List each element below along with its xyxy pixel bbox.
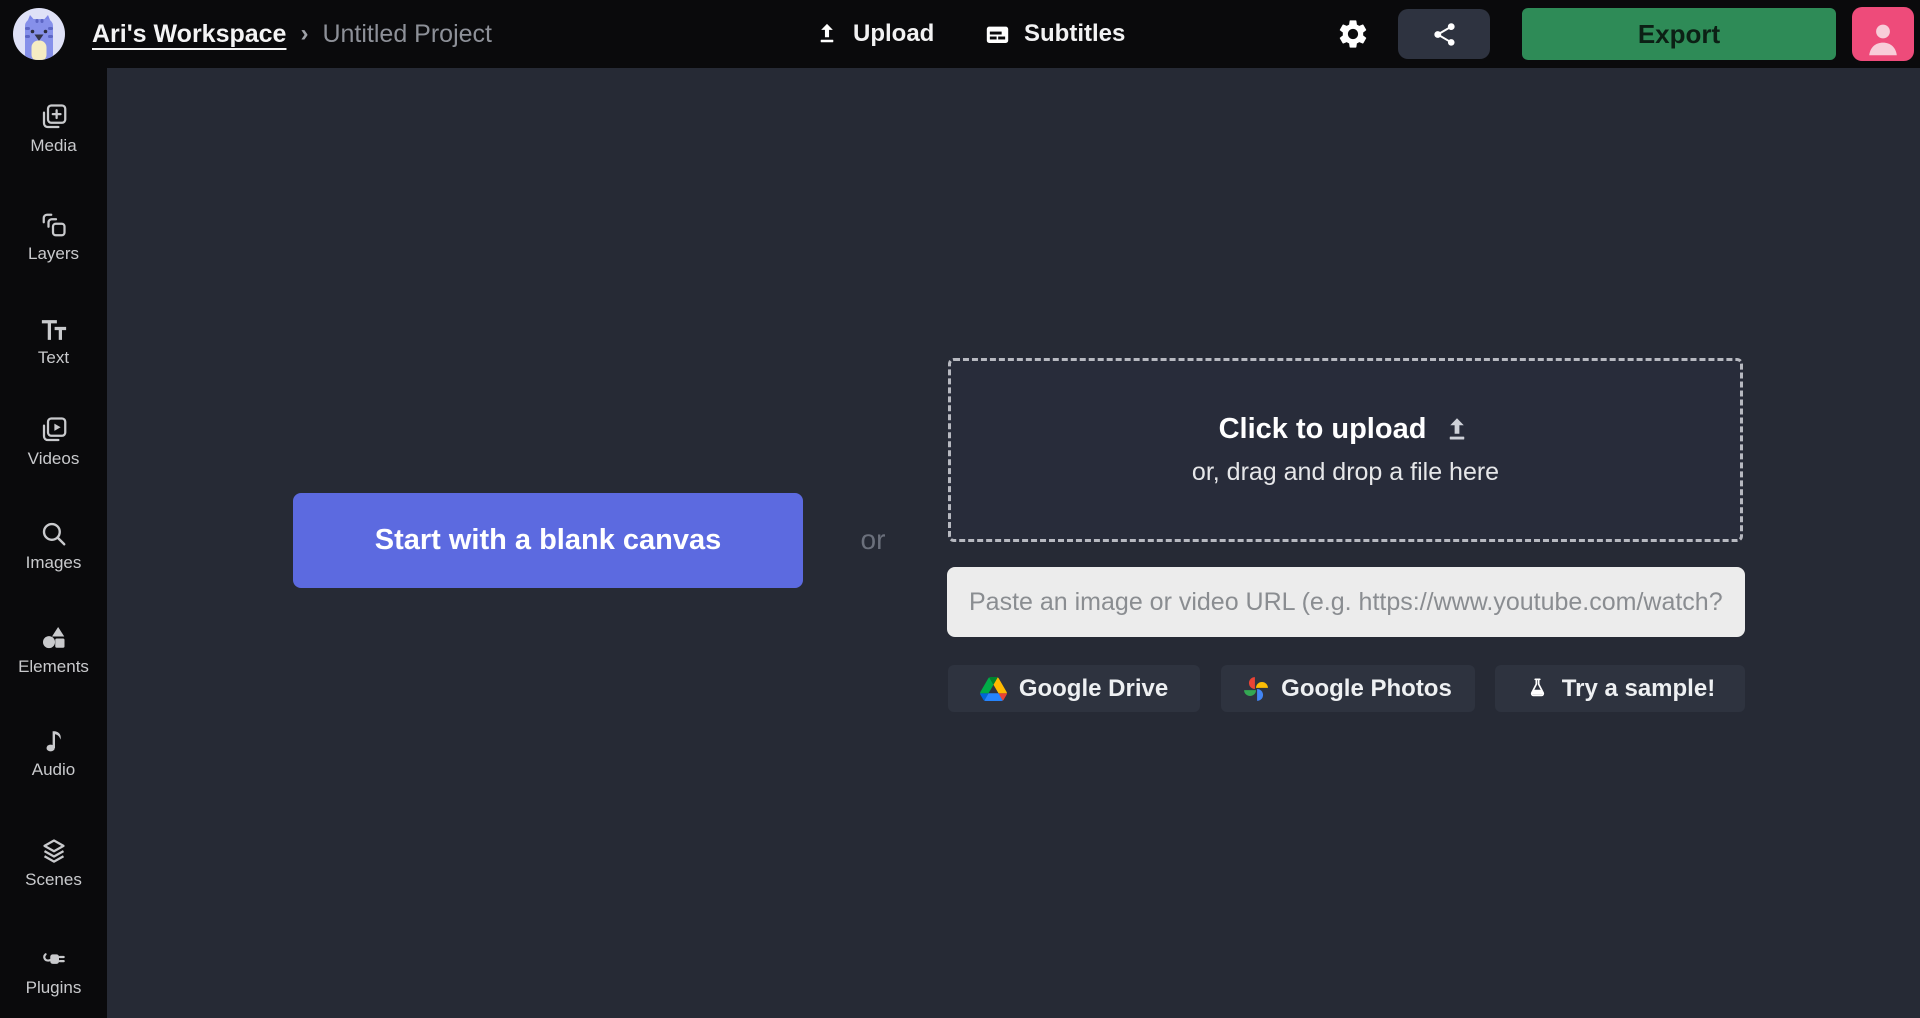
dropzone-subtitle: or, drag and drop a file here (1191, 458, 1500, 486)
dropzone-title: Click to upload (1218, 413, 1427, 445)
workspace-name-link[interactable]: Ari's Workspace (92, 20, 286, 49)
try-sample-label: Try a sample! (1561, 674, 1716, 702)
upload-button[interactable]: Upload (814, 0, 934, 68)
dropzone-title-row: Click to upload (1219, 413, 1473, 446)
import-options-row: Google Drive Google Photos Try a sample! (948, 665, 1745, 712)
layers-copy-icon (39, 210, 69, 240)
upload-arrow-icon (814, 21, 840, 47)
person-icon (1860, 15, 1906, 61)
sidebar-item-media[interactable]: Media (0, 102, 107, 156)
google-drive-button[interactable]: Google Drive (948, 665, 1200, 712)
shapes-icon (39, 623, 69, 653)
url-input[interactable] (947, 567, 1745, 637)
sidebar-item-audio[interactable]: Audio (0, 726, 107, 780)
upload-arrow-icon (1442, 415, 1472, 445)
sidebar: Media Layers Text Videos Images Elements… (0, 68, 107, 1018)
project-title[interactable]: Untitled Project (322, 20, 492, 49)
subtitles-button[interactable]: Subtitles (984, 0, 1125, 68)
stacked-layers-icon (39, 836, 69, 866)
share-nodes-icon (1431, 21, 1458, 48)
export-button[interactable]: Export (1522, 8, 1836, 60)
settings-button[interactable] (1334, 16, 1372, 52)
sidebar-item-videos[interactable]: Videos (0, 415, 107, 469)
sidebar-item-scenes[interactable]: Scenes (0, 836, 107, 890)
start-blank-canvas-button[interactable]: Start with a blank canvas (293, 493, 803, 588)
try-sample-button[interactable]: Try a sample! (1495, 665, 1745, 712)
breadcrumb-separator: › (300, 20, 309, 47)
video-play-icon (39, 415, 69, 445)
sidebar-item-label: Scenes (25, 870, 82, 889)
subtitles-button-label: Subtitles (1024, 20, 1126, 47)
workspace-avatar[interactable] (12, 7, 66, 61)
cat-avatar-icon (13, 8, 65, 60)
sidebar-item-label: Layers (27, 244, 80, 263)
top-bar: Ari's Workspace › Untitled Project Uploa… (0, 0, 1920, 68)
sidebar-item-label: Elements (18, 657, 89, 676)
sidebar-item-plugins[interactable]: Plugins (0, 944, 107, 998)
sidebar-item-label: Plugins (25, 978, 82, 997)
sidebar-item-images[interactable]: Images (0, 519, 107, 573)
flask-icon (1525, 676, 1550, 701)
image-search-icon (39, 519, 69, 549)
sidebar-item-label: Text (37, 348, 70, 367)
sidebar-item-label: Media (30, 136, 77, 155)
sidebar-item-label: Audio (31, 760, 76, 779)
breadcrumb: Ari's Workspace › Untitled Project (92, 0, 492, 68)
sidebar-item-elements[interactable]: Elements (0, 623, 107, 677)
sidebar-item-label: Images (25, 553, 82, 572)
or-separator-label: or (860, 524, 886, 555)
account-avatar-button[interactable] (1852, 7, 1914, 61)
upload-dropzone[interactable]: Click to upload or, drag and drop a file… (948, 358, 1743, 542)
sidebar-item-label: Videos (27, 449, 80, 468)
text-Tt-icon (39, 314, 69, 344)
google-drive-label: Google Drive (1018, 674, 1169, 702)
gear-icon (1336, 17, 1370, 51)
upload-button-label: Upload (853, 20, 935, 47)
google-photos-icon (1243, 676, 1269, 702)
share-button[interactable] (1398, 9, 1490, 59)
music-note-icon (39, 726, 69, 756)
google-drive-icon (979, 676, 1007, 701)
sidebar-item-text[interactable]: Text (0, 314, 107, 368)
editor-start-area: Start with a blank canvas or Click to up… (107, 68, 1920, 1018)
subtitles-badge-icon (984, 21, 1011, 48)
plug-icon (39, 944, 69, 974)
google-photos-label: Google Photos (1281, 674, 1452, 702)
sidebar-item-layers[interactable]: Layers (0, 210, 107, 264)
media-add-icon (39, 102, 69, 132)
google-photos-button[interactable]: Google Photos (1220, 665, 1475, 712)
